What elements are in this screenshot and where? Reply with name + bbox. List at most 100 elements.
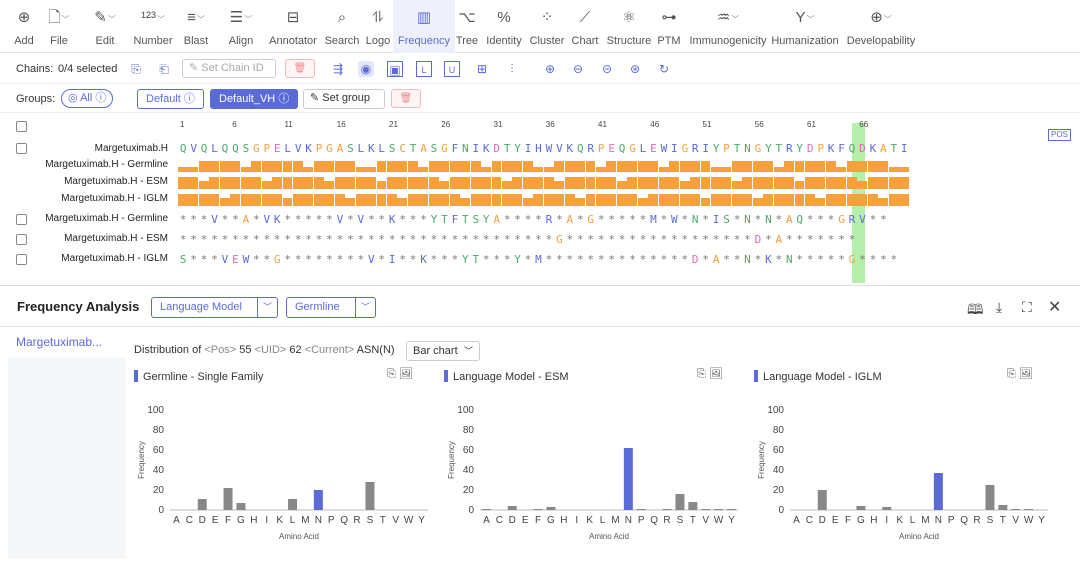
copy-icon[interactable]: ⎘ (1007, 368, 1019, 380)
toolbar-file-button[interactable]: 🗋﹀ File (44, 0, 74, 53)
residue[interactable]: L (377, 142, 387, 155)
toolbar-search-button[interactable]: ⌕ Search (322, 0, 362, 53)
bar-D[interactable] (507, 506, 517, 510)
bar-P[interactable] (636, 509, 646, 510)
row-checkbox[interactable] (16, 234, 27, 245)
bar-G[interactable] (546, 507, 556, 510)
bar-W[interactable] (1024, 509, 1034, 510)
grid-icon[interactable]: ⊞ (474, 61, 490, 77)
zoom-out-icon[interactable]: ⊖ (570, 61, 586, 77)
residue[interactable]: A (418, 142, 428, 155)
residue[interactable]: R (690, 142, 700, 155)
toolbar-humanization-button[interactable]: Y﹀ Humanization (769, 0, 841, 53)
bar-I[interactable] (882, 507, 892, 510)
toolbar-identity-button[interactable]: % Identity (482, 0, 526, 53)
residue[interactable]: C (397, 142, 407, 155)
residue[interactable]: E (272, 142, 282, 155)
upper-case-icon[interactable]: U (444, 61, 460, 77)
residue[interactable]: P (314, 142, 324, 155)
delete-group-button[interactable]: 🗑 (391, 89, 421, 108)
bar-D[interactable] (197, 499, 207, 510)
bar-L[interactable] (288, 499, 298, 510)
chart-type-select[interactable]: Bar chart ﹀ (406, 341, 480, 361)
residue[interactable]: I (701, 142, 711, 155)
residue[interactable]: L (209, 142, 219, 155)
toolbar-logo-button[interactable]: ⥮ Logo (362, 0, 394, 53)
residue[interactable]: I (669, 142, 679, 155)
book-icon[interactable]: 🕮 (967, 299, 984, 323)
bar-R[interactable] (662, 509, 672, 510)
residue[interactable]: G (439, 142, 449, 155)
residue[interactable]: Q (199, 142, 209, 155)
residue[interactable]: N (742, 142, 752, 155)
residue[interactable]: W (544, 142, 554, 155)
toolbar-ptm-button[interactable]: ⊶ PTM (655, 0, 683, 53)
bar-F[interactable] (533, 509, 543, 510)
bar-S[interactable] (365, 482, 375, 510)
toolbar-align-button[interactable]: ☰﹀ Align (222, 0, 260, 53)
residue[interactable]: T (502, 142, 512, 155)
residue[interactable]: Q (617, 142, 627, 155)
bar-T[interactable] (688, 502, 698, 510)
residue[interactable]: Y (711, 142, 721, 155)
bar-V[interactable] (1011, 509, 1021, 510)
residue[interactable]: H (533, 142, 543, 155)
residue[interactable]: D (492, 142, 502, 155)
residue[interactable]: G (251, 142, 261, 155)
residue[interactable]: G (627, 142, 637, 155)
group-default-vh-button[interactable]: Default_VH ⓘ (210, 89, 299, 109)
lower-case-icon[interactable]: L (416, 61, 432, 77)
toolbar-immunogenicity-button[interactable]: ♒﹀ Immunogenicity (686, 0, 770, 53)
residue[interactable]: G (753, 142, 763, 155)
residue[interactable]: K (481, 142, 491, 155)
residue[interactable]: P (262, 142, 272, 155)
residue[interactable]: L (283, 142, 293, 155)
residue[interactable]: V (554, 142, 564, 155)
paste-icon[interactable]: ⎗ (156, 61, 172, 77)
bar-D[interactable] (817, 490, 827, 510)
residue[interactable]: D (857, 142, 867, 155)
residue[interactable]: N (460, 142, 470, 155)
bar-G[interactable] (236, 503, 246, 510)
select-box-icon[interactable]: ▣ (387, 61, 403, 77)
residue[interactable]: Y (795, 142, 805, 155)
copy-icon[interactable]: ⎘ (697, 368, 709, 380)
model-select[interactable]: Language Model ﹀ (151, 297, 278, 318)
residue[interactable]: G (680, 142, 690, 155)
residue[interactable]: Q (220, 142, 230, 155)
image-icon[interactable]: 🖼 (709, 368, 723, 380)
residue[interactable]: E (606, 142, 616, 155)
bar-T[interactable] (998, 505, 1008, 510)
toolbar-annotator-button[interactable]: ⊟ Annotator (265, 0, 321, 53)
bar-G[interactable] (856, 506, 866, 510)
residue[interactable]: S (387, 142, 397, 155)
residue[interactable]: K (826, 142, 836, 155)
residue[interactable]: G (324, 142, 334, 155)
residue[interactable]: S (241, 142, 251, 155)
residue[interactable]: D (805, 142, 815, 155)
residue[interactable]: T (889, 142, 899, 155)
bar-V[interactable] (701, 509, 711, 510)
residue[interactable]: K (303, 142, 313, 155)
toolbar-developability-button[interactable]: ⊕﹀ Developability (843, 0, 919, 53)
residue[interactable]: F (450, 142, 460, 155)
toolbar-number-button[interactable]: ¹²³﹀ Number (129, 0, 177, 53)
list-item-margetuximab[interactable]: Margetuximab... (0, 327, 126, 357)
residue[interactable]: I (523, 142, 533, 155)
residue[interactable]: F (836, 142, 846, 155)
residue[interactable]: L (356, 142, 366, 155)
residue[interactable]: R (784, 142, 794, 155)
copy-icon[interactable]: ⎘ (128, 61, 144, 77)
residue[interactable]: V (293, 142, 303, 155)
residue[interactable]: P (815, 142, 825, 155)
toolbar-blast-button[interactable]: ≡﹀ Blast (178, 0, 214, 53)
bar-Y[interactable] (727, 509, 737, 510)
residue[interactable]: Y (763, 142, 773, 155)
toolbar-tree-button[interactable]: ⌥ Tree (453, 0, 481, 53)
row-checkbox[interactable] (16, 214, 27, 225)
residue[interactable]: R (586, 142, 596, 155)
zoom-reset-out-icon[interactable]: ⊝ (599, 61, 615, 77)
residue[interactable]: Y (512, 142, 522, 155)
residue[interactable]: Q (847, 142, 857, 155)
residue[interactable]: K (868, 142, 878, 155)
